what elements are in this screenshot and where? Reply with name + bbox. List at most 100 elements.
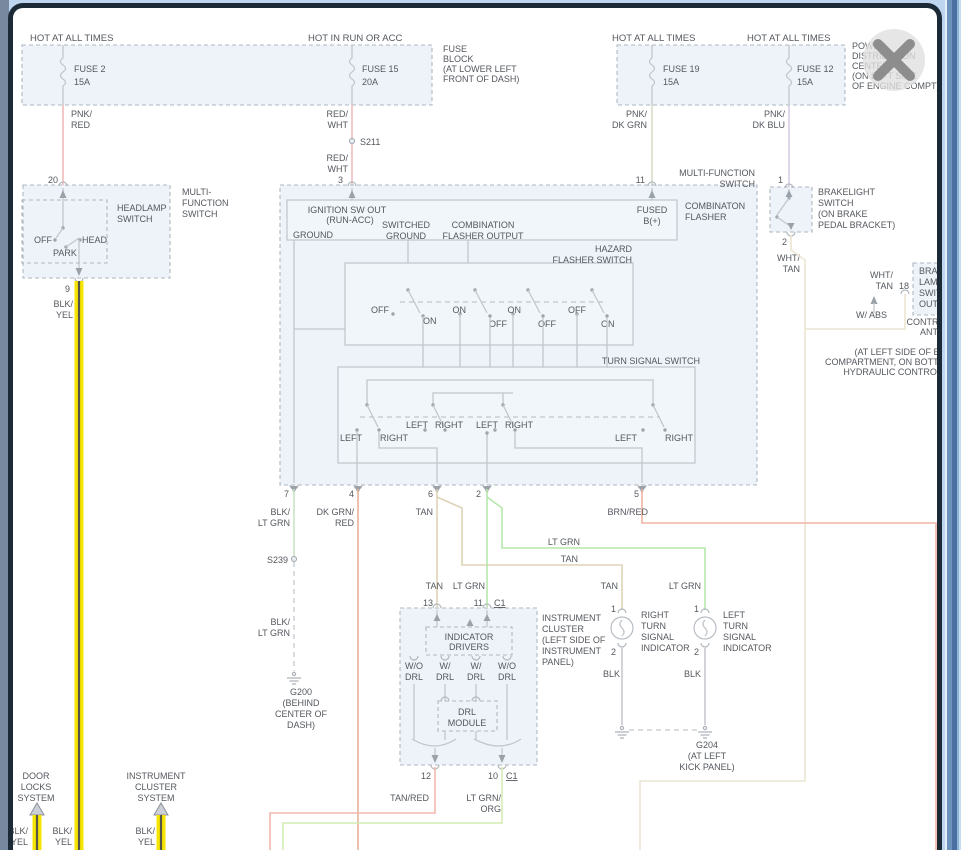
- pnk-dk-blu-label: PNK/: [764, 109, 786, 119]
- svg-text:OFF: OFF: [371, 305, 389, 315]
- fused-b-label: FUSED: [637, 205, 668, 215]
- svg-text:PEDAL BRACKET): PEDAL BRACKET): [818, 220, 895, 230]
- mfs-label-left: MULTI-: [182, 187, 211, 197]
- headlamp-switch-box: [22, 184, 171, 279]
- svg-text:B(+): B(+): [643, 216, 660, 226]
- pin-2-left: 2: [694, 647, 699, 657]
- svg-text:(AT LEFT: (AT LEFT: [688, 751, 727, 761]
- g200-label: G200: [290, 687, 312, 697]
- instrument-cluster-caption: INSTRUMENT: [542, 613, 601, 623]
- svg-text:SIGNAL: SIGNAL: [723, 632, 756, 642]
- red-wht-label: RED/: [326, 109, 348, 119]
- svg-text:SYSTEM: SYSTEM: [17, 793, 54, 803]
- right-indicator-label: RIGHT: [641, 610, 670, 620]
- g204-label: G204: [696, 740, 718, 750]
- svg-text:LOCKS: LOCKS: [21, 782, 52, 792]
- svg-text:SYSTEM: SYSTEM: [137, 793, 174, 803]
- fuse-19-rating: 15A: [663, 77, 679, 87]
- svg-text:LEFT: LEFT: [406, 420, 429, 430]
- pin-7: 7: [284, 489, 289, 499]
- svg-text:WHT: WHT: [328, 120, 349, 130]
- svg-text:RIGHT: RIGHT: [380, 433, 409, 443]
- svg-text:(LEFT SIDE OF: (LEFT SIDE OF: [542, 635, 606, 645]
- blk-yel-long-label: BLK/: [52, 826, 72, 836]
- brakelight-switch-label: BRAKELIGHT: [818, 187, 876, 197]
- blk-lt-grn-label: BLK/: [270, 507, 290, 517]
- pin-9: 9: [65, 284, 70, 294]
- splice-s211: [349, 138, 355, 144]
- lt-grn-label: LT GRN: [548, 537, 580, 547]
- svg-text:DRIVERS: DRIVERS: [449, 642, 489, 652]
- blk-label-left: BLK: [684, 669, 701, 679]
- svg-text:RED/: RED/: [326, 153, 348, 163]
- svg-text:RIGHT: RIGHT: [435, 420, 464, 430]
- fuse-block-caption: FUSE: [443, 44, 467, 54]
- svg-text:FUNCTION: FUNCTION: [182, 198, 229, 208]
- close-button[interactable]: [863, 29, 925, 91]
- hot-at-all-times-label: HOT AT ALL TIMES: [612, 33, 695, 44]
- tan-red-label: TAN/RED: [390, 793, 429, 803]
- svg-text:INSTRUMENT: INSTRUMENT: [542, 646, 601, 656]
- svg-text:LEFT: LEFT: [615, 433, 638, 443]
- blk-yel-cluster-label: BLK/: [135, 826, 155, 836]
- svg-text:LEFT: LEFT: [340, 433, 363, 443]
- svg-text:SWITCH: SWITCH: [182, 209, 218, 219]
- svg-text:TAN: TAN: [876, 281, 893, 291]
- headlamp-park-label: PARK: [53, 248, 77, 258]
- svg-text:CENTER OF: CENTER OF: [275, 709, 328, 719]
- svg-text:CLUSTER: CLUSTER: [135, 782, 178, 792]
- door-locks-system-label: DOOR: [23, 771, 51, 781]
- svg-text:DRL: DRL: [436, 672, 454, 682]
- svg-text:TAN: TAN: [426, 581, 443, 591]
- pin-1: 1: [778, 175, 783, 185]
- svg-text:TURN: TURN: [641, 621, 666, 631]
- svg-text:(BEHIND: (BEHIND: [282, 698, 320, 708]
- svg-text:YEL: YEL: [56, 310, 73, 320]
- window-left-margin: [0, 0, 9, 850]
- fuse-2-rating: 15A: [74, 77, 90, 87]
- headlamp-head-label: HEAD: [82, 235, 108, 245]
- turn-signal-switch-label: TURN SIGNAL SWITCH: [602, 356, 700, 366]
- svg-text:FLASHER SWITCH: FLASHER SWITCH: [552, 255, 632, 265]
- pdc-box: [616, 44, 846, 106]
- svg-text:DK GRN: DK GRN: [612, 120, 647, 130]
- pin-12: 12: [421, 771, 431, 781]
- connector-c1-bottom: C1: [506, 771, 518, 781]
- svg-text:LEFT: LEFT: [476, 420, 499, 430]
- switched-ground-label: SWITCHED: [382, 220, 430, 230]
- pin-2: 2: [476, 489, 481, 499]
- splice-s239-label: S239: [267, 555, 288, 565]
- wht-tan-label-2: WHT/: [870, 270, 893, 280]
- svg-text:LT GRN: LT GRN: [258, 628, 290, 638]
- svg-text:ORG: ORG: [480, 804, 501, 814]
- svg-text:LT GRN: LT GRN: [453, 581, 485, 591]
- svg-text:DK BLU: DK BLU: [752, 120, 785, 130]
- svg-text:OFF: OFF: [489, 319, 507, 329]
- connector-c1-top: C1: [494, 598, 506, 608]
- svg-text:RIGHT: RIGHT: [665, 433, 694, 443]
- svg-text:(RUN-ACC): (RUN-ACC): [326, 215, 374, 225]
- hot-at-all-times-label: HOT AT ALL TIMES: [30, 33, 113, 44]
- blk-yel-label: BLK/: [53, 299, 73, 309]
- svg-text:DASH): DASH): [287, 720, 315, 730]
- window-right-edge: [943, 0, 961, 850]
- tan-label: TAN: [416, 507, 433, 517]
- fuse-12-rating: 15A: [797, 77, 813, 87]
- svg-text:RIGHT: RIGHT: [505, 420, 534, 430]
- svg-text:(ON BRAKE: (ON BRAKE: [818, 209, 868, 219]
- hot-at-all-times-label: HOT AT ALL TIMES: [747, 33, 830, 44]
- svg-text:WHT: WHT: [328, 164, 349, 174]
- pin-2-brakelight: 2: [782, 237, 787, 247]
- pin-4: 4: [349, 489, 354, 499]
- wo-drl-label-2: W/O: [498, 661, 516, 671]
- svg-text:RED: RED: [335, 518, 355, 528]
- fuse-15-rating: 20A: [362, 77, 378, 87]
- svg-text:KICK PANEL): KICK PANEL): [679, 762, 734, 772]
- svg-text:SWITCH: SWITCH: [117, 214, 153, 224]
- w-abs-label: W/ ABS: [856, 310, 887, 320]
- svg-text:FLASHER: FLASHER: [685, 212, 727, 222]
- drl-module-label: DRL: [458, 707, 476, 717]
- lt-grn-org-label: LT GRN/: [466, 793, 501, 803]
- combination-flasher-output-label: COMBINATION: [452, 220, 515, 230]
- svg-text:(AT LOWER LEFT: (AT LOWER LEFT: [443, 64, 517, 74]
